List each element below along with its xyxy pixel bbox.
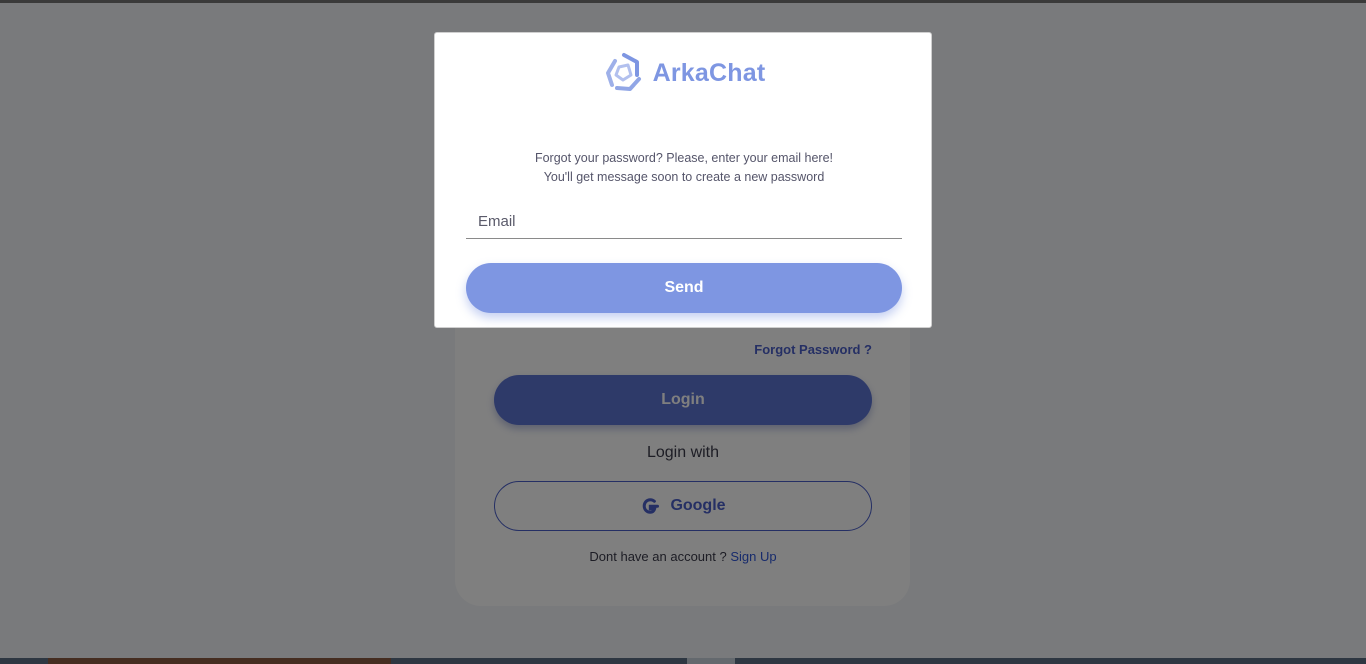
brand-name: ArkaChat xyxy=(652,58,766,87)
arkachat-logo-icon xyxy=(603,51,645,95)
instructions-text: Forgot your password? Please, enter your… xyxy=(435,149,933,187)
brand-logo: ArkaChat xyxy=(435,51,933,95)
send-button[interactable]: Send xyxy=(466,263,902,313)
instructions-line-2: You'll get message soon to create a new … xyxy=(543,170,825,184)
email-field[interactable] xyxy=(466,205,902,239)
instructions-line-1: Forgot your password? Please, enter your… xyxy=(534,151,834,165)
window-top-border xyxy=(0,0,1366,3)
forgot-password-modal: ArkaChat Forgot your password? Please, e… xyxy=(434,32,932,328)
